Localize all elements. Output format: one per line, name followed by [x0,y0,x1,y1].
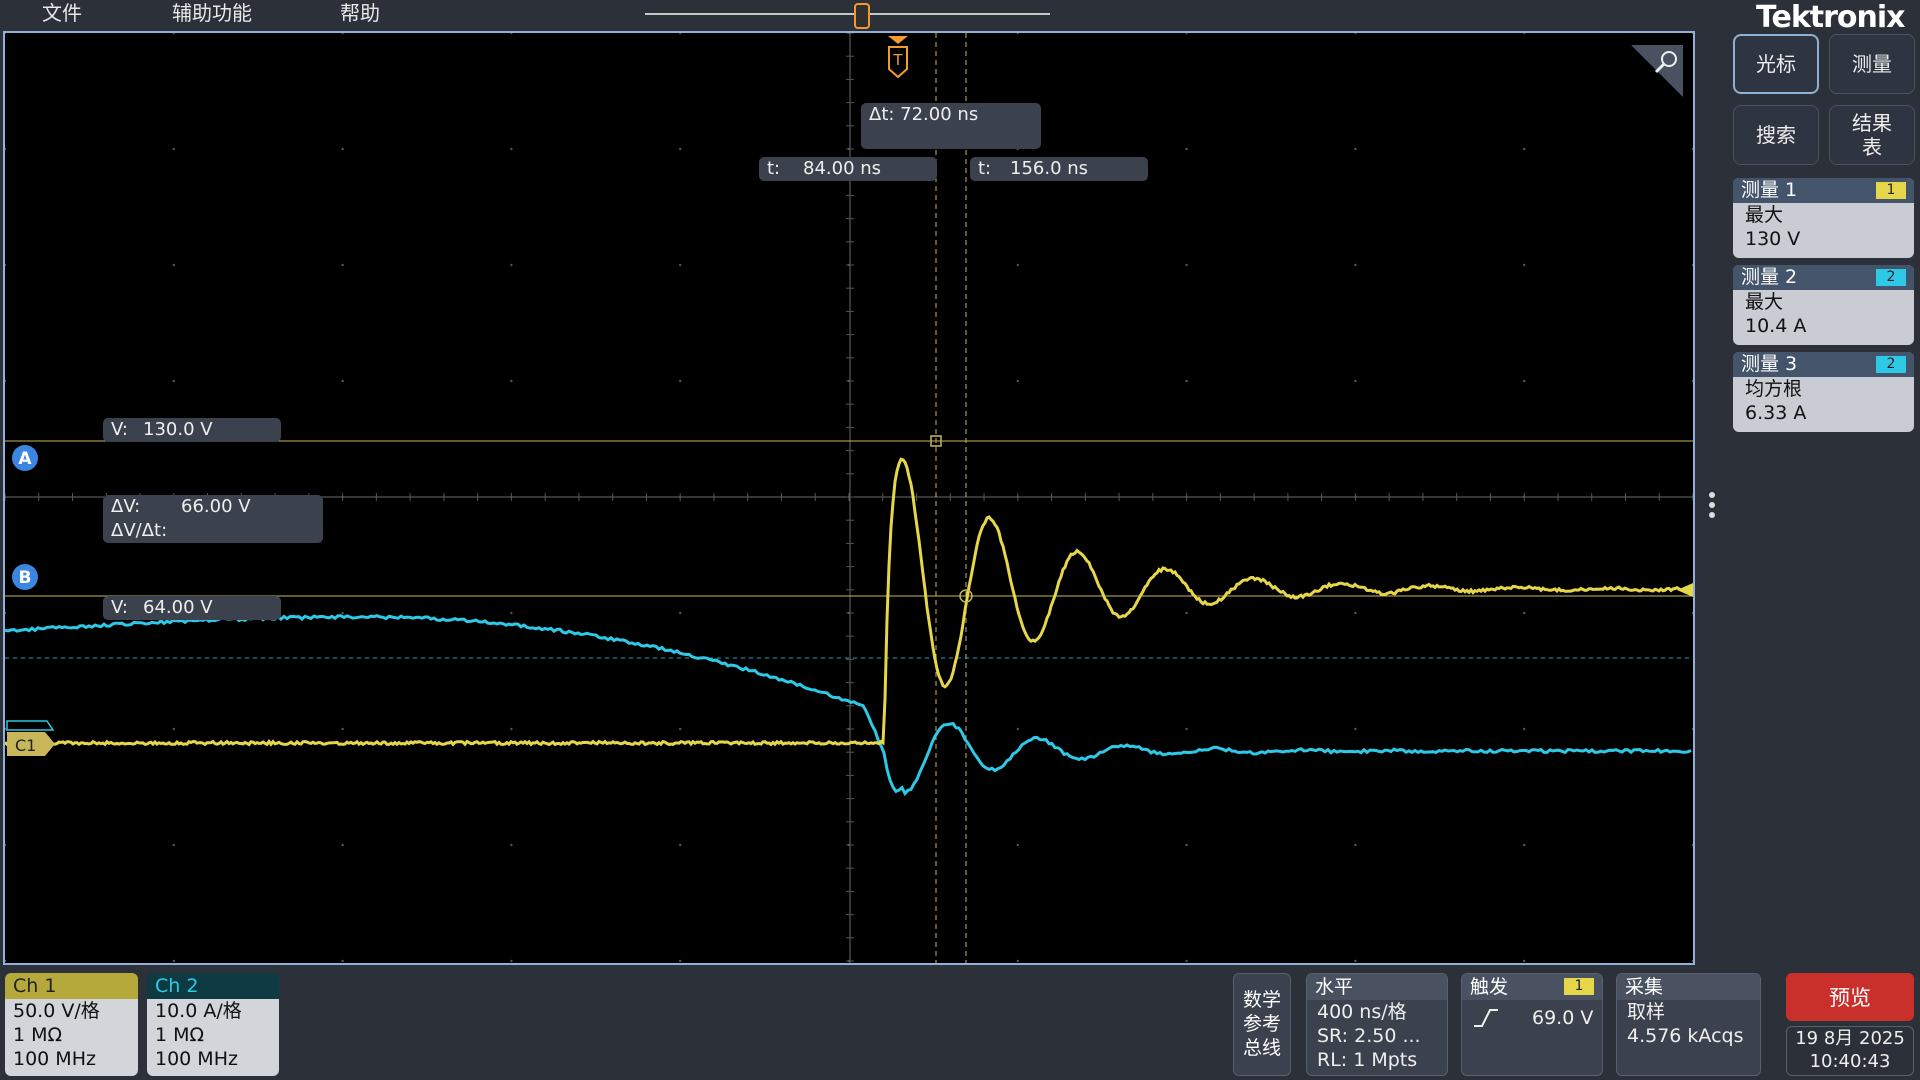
ch2-impedance: 1 MΩ [155,1023,279,1047]
cursor-button-label: 光标 [1756,52,1796,76]
dv-label: ΔV: [111,496,140,517]
measurement-1-source-badge: 1 [1876,182,1906,199]
waveform-overview-handle[interactable] [854,3,870,29]
vb-readout: V: 64.00 V [103,596,281,620]
menu-file[interactable]: 文件 [42,0,82,28]
cursor-button[interactable]: 光标 [1733,34,1819,94]
ch1-offset-marker[interactable]: C1 [7,732,55,756]
cursor-a-badge-label: A [18,449,32,469]
t1-label: t: [767,158,780,179]
measurement-2-value: 10.4 A [1733,314,1914,338]
trigger-position-arrow[interactable] [888,36,908,44]
va-value: 130.0 V [143,418,213,442]
rising-edge-icon [1472,1006,1500,1028]
measurement-2-type: 最大 [1733,290,1914,314]
measurement-2-source-badge: 2 [1876,269,1906,286]
ch2-waveform [5,616,1691,794]
t2-label: t: [978,158,991,179]
search-button[interactable]: 搜索 [1733,105,1819,165]
ref-label: 参考 [1234,1012,1290,1036]
t2-value: 156.0 ns [1010,157,1088,181]
results-button-line1: 结果 [1852,111,1892,135]
zoom-icon[interactable] [1631,45,1683,97]
ch1-offset-marker-label: C1 [15,736,36,755]
time-text: 10:40:43 [1787,1050,1913,1073]
measure-button-label: 测量 [1852,52,1892,76]
record-length: RL: 1 Mpts [1317,1048,1447,1072]
cursor-b-badge[interactable]: B [12,564,38,590]
menu-bar: 文件 辅助功能 帮助 [0,0,1720,29]
ch1-bandwidth: 100 MHz [13,1047,138,1071]
dv-value: 66.00 V [181,495,251,519]
sample-rate: SR: 2.50 ... [1317,1024,1447,1048]
waveform-overview-track[interactable] [645,13,1050,15]
results-button-line2: 表 [1852,135,1892,159]
measure-button[interactable]: 测量 [1829,34,1915,94]
ch1-badge[interactable]: Ch 1 50.0 V/格 1 MΩ 100 MHz [5,973,138,1076]
cursor-b-badge-label: B [19,568,32,588]
date-text: 19 8月 2025 [1787,1027,1913,1050]
measurement-1-type: 最大 [1733,203,1914,227]
measurement-2[interactable]: 测量 2 2 最大 10.4 A [1733,265,1914,345]
trigger-marker-label: T [892,51,903,69]
ch1-title: Ch 1 [5,973,138,999]
ch1-scale: 50.0 V/格 [13,999,138,1023]
menu-tools[interactable]: 辅助功能 [172,0,252,28]
trigger-badge[interactable]: 触发 1 69.0 V [1461,973,1603,1076]
dvdt-label: ΔV/Δt: [111,519,315,543]
measurement-3-title: 测量 3 [1741,353,1797,375]
preview-button-label: 预览 [1829,982,1871,1012]
ch2-badge[interactable]: Ch 2 10.0 A/格 1 MΩ 100 MHz [147,973,279,1076]
cursor-a-badge[interactable]: A [12,445,38,471]
trigger-title: 触发 [1470,976,1508,998]
ch2-offset-marker[interactable] [7,721,53,730]
measurement-3-type: 均方根 [1733,377,1914,401]
acquisition-badge[interactable]: 采集 取样 4.576 kAcqs [1616,973,1761,1076]
ch2-scale: 10.0 A/格 [155,999,279,1023]
vb-label: V: [111,597,128,618]
measurement-1-title: 测量 1 [1741,179,1797,201]
measurement-2-title: 测量 2 [1741,266,1797,288]
horizontal-scale: 400 ns/格 [1317,1000,1447,1024]
trigger-level: 69.0 V [1532,1006,1593,1030]
search-button-label: 搜索 [1756,123,1796,147]
side-panel-handle[interactable] [1709,492,1715,518]
date-time: 19 8月 2025 10:40:43 [1786,1026,1914,1076]
acquisition-title: 采集 [1617,974,1760,1000]
measurement-3-value: 6.33 A [1733,401,1914,425]
math-label: 数学 [1234,988,1290,1012]
delta-t-value: Δt: 72.00 ns [869,104,978,125]
preview-button[interactable]: 预览 [1786,973,1914,1021]
horizontal-title: 水平 [1307,974,1447,1000]
acquisition-mode: 取样 [1627,1000,1760,1024]
va-readout: V: 130.0 V [103,418,281,442]
measurement-1[interactable]: 测量 1 1 最大 130 V [1733,178,1914,258]
waveform-display[interactable]: T A B C1 Δt: 72.00 ns t: 84.00 ns t: 156… [3,31,1695,965]
acquisition-count: 4.576 kAcqs [1627,1024,1760,1048]
trigger-level-arrow[interactable] [1677,583,1693,597]
t2-readout: t: 156.0 ns [970,157,1148,181]
ch1-impedance: 1 MΩ [13,1023,138,1047]
ch2-bandwidth: 100 MHz [155,1047,279,1071]
delta-v-readout: ΔV: 66.00 V ΔV/Δt: [103,495,323,543]
vb-value: 64.00 V [143,596,213,620]
tektronix-logo: Tektronix [1756,0,1905,35]
horizontal-badge[interactable]: 水平 400 ns/格 SR: 2.50 ... RL: 1 Mpts [1306,973,1448,1076]
delta-t-readout: Δt: 72.00 ns [861,103,1041,149]
measurement-3-source-badge: 2 [1876,356,1906,373]
t1-readout: t: 84.00 ns [759,157,937,181]
t1-value: 84.00 ns [803,157,881,181]
va-label: V: [111,419,128,440]
measurement-1-value: 130 V [1733,227,1914,251]
bus-label: 总线 [1234,1036,1290,1060]
measurement-3[interactable]: 测量 3 2 均方根 6.33 A [1733,352,1914,432]
trigger-source-badge: 1 [1564,978,1594,995]
ch2-title: Ch 2 [147,973,279,999]
menu-help[interactable]: 帮助 [340,0,380,28]
math-ref-bus-button[interactable]: 数学 参考 总线 [1233,973,1291,1076]
results-table-button[interactable]: 结果表 [1829,105,1915,165]
